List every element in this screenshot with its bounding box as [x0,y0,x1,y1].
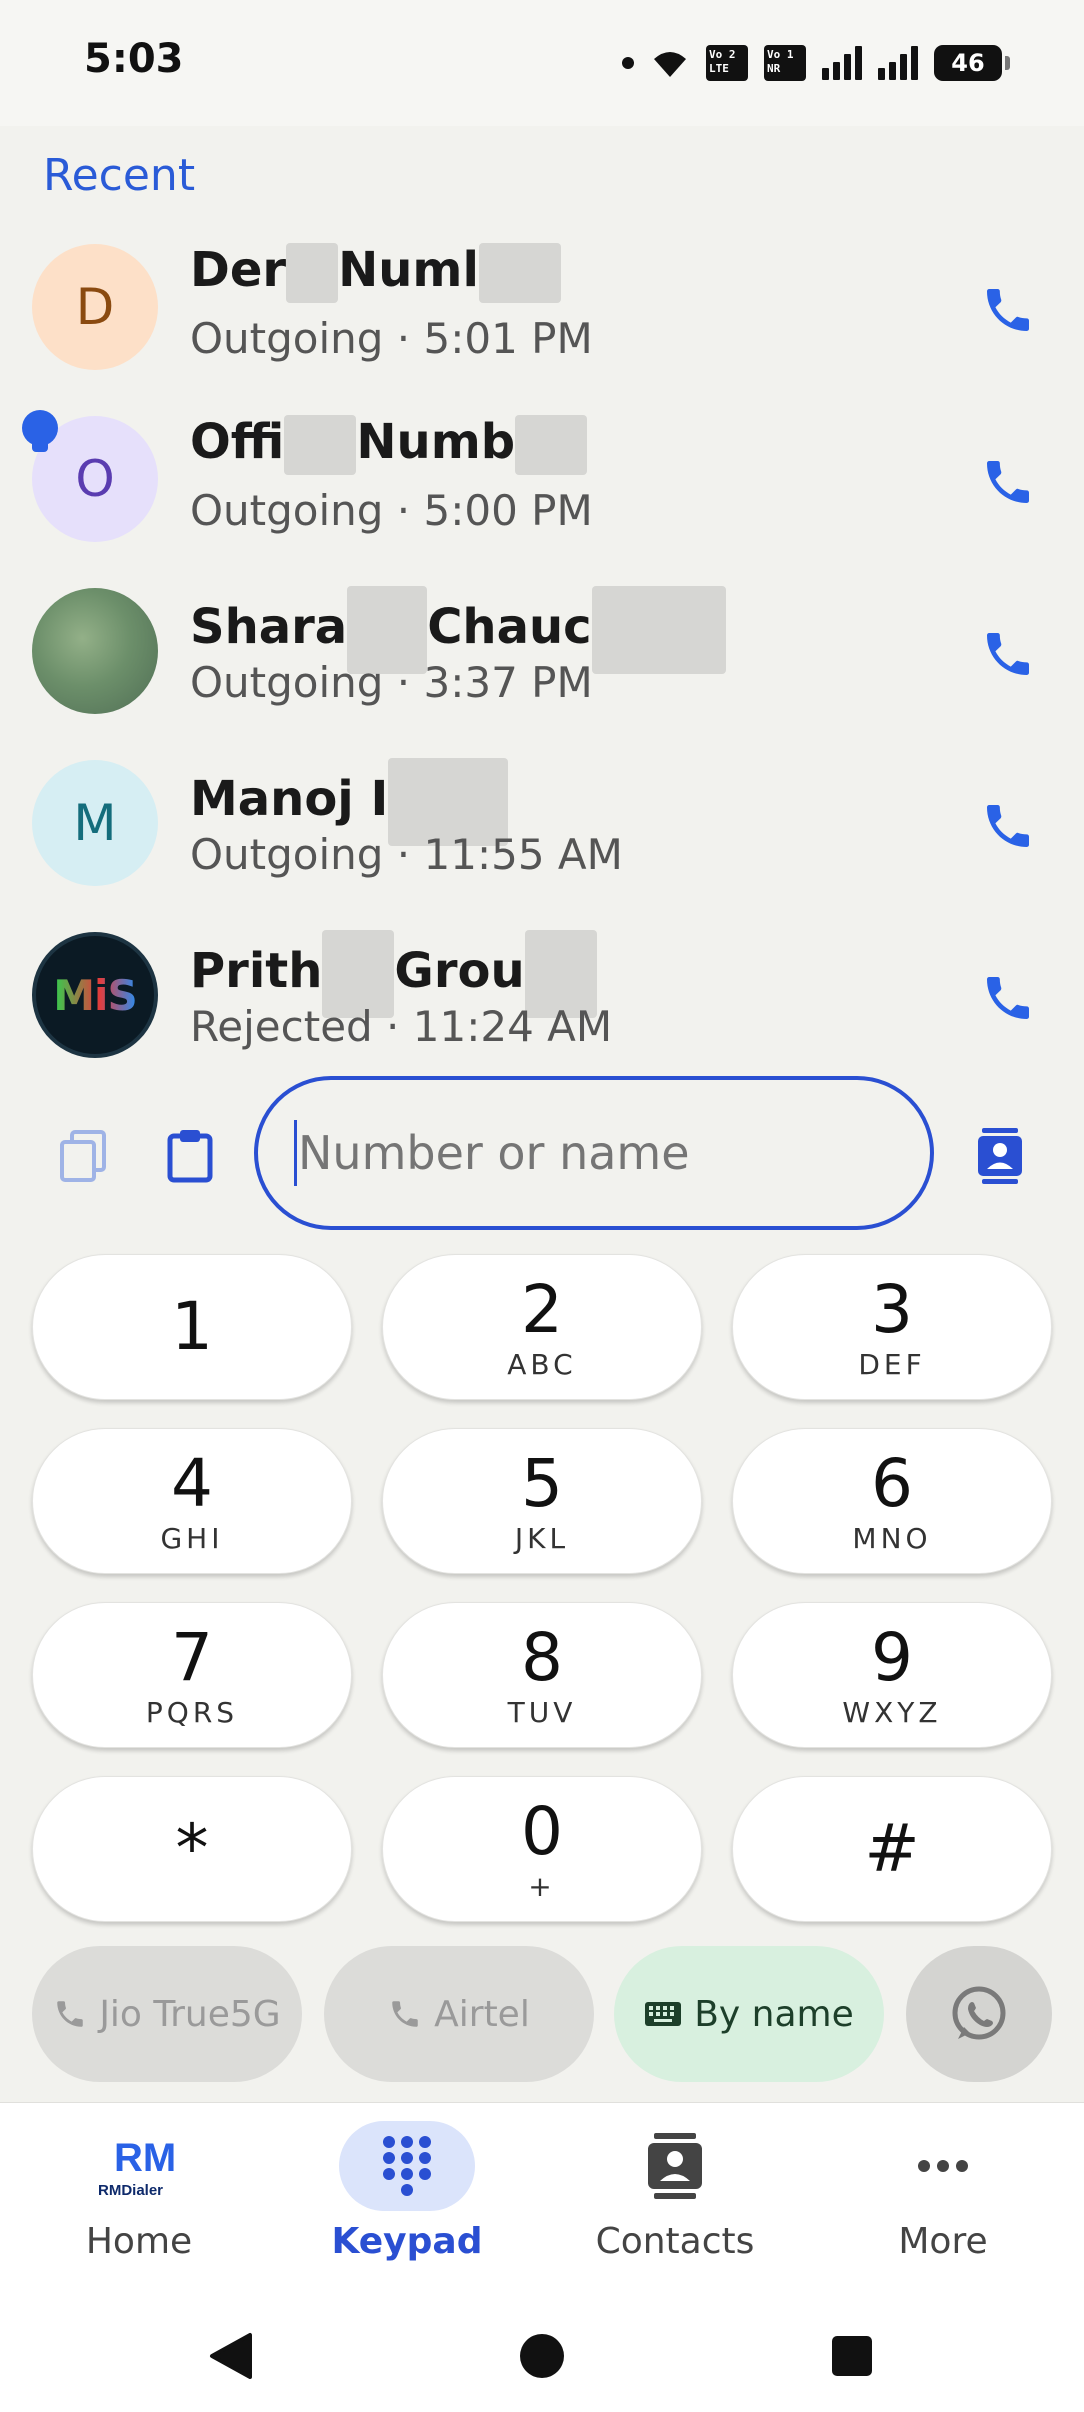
nav-home[interactable]: RM RMDialer Home [4,2103,274,2299]
contact-card-icon[interactable] [964,1120,1036,1192]
call-button[interactable] [968,958,1048,1038]
avatar-photo [32,588,158,714]
bottom-nav: RM RMDialer Home Keypad Contacts More [0,2102,1084,2298]
signal-sim2-icon [878,46,918,80]
key-5[interactable]: 5 JKL [382,1428,702,1574]
call-meta: Outgoing · 3:37 PM [190,658,593,707]
key-0[interactable]: 0 + [382,1776,702,1922]
phone-icon [392,2001,418,2027]
svg-text:RM: RM [114,2136,176,2180]
redaction [515,415,588,475]
battery-icon: 46 [934,45,1010,81]
call-meta: Rejected · 11:24 AM [190,1002,613,1051]
svg-text:RMDialer: RMDialer [98,2182,163,2199]
recent-title: Recent [43,150,196,201]
sim1-label: Jio True5G [99,1993,281,2035]
key-8[interactable]: 8 TUV [382,1602,702,1748]
pin-icon [22,410,58,452]
nav-more[interactable]: More [808,2103,1078,2299]
whatsapp-icon [952,1986,1006,2040]
recent-item[interactable]: Shara Chauc Outgoing · 3:37 PM [0,576,1084,748]
key-2[interactable]: 2 ABC [382,1254,702,1400]
redaction [591,586,726,674]
redaction [286,243,339,303]
key-6[interactable]: 6 MNO [732,1428,1052,1574]
keyboard-icon [645,2002,682,2026]
phone-icon [57,2001,84,2027]
status-icons: Vo 2 LTE Vo 1 NR 46 [622,40,1010,86]
recent-list: D Der Numl Outgoing · 5:01 PM O Offi Numb … [0,232,1084,1092]
contacts-icon [607,2121,743,2211]
recents-square-icon[interactable] [822,2326,882,2386]
system-nav-bar [0,2298,1084,2412]
back-icon[interactable] [200,2326,260,2386]
logo-text: MiS [53,970,137,1020]
wifi-icon [654,52,686,77]
nav-more-label: More [898,2221,988,2262]
more-dots-icon [875,2121,1011,2211]
sim2-call-button[interactable]: Airtel [324,1946,594,2082]
avatar: D [32,244,158,370]
call-button[interactable] [968,442,1048,522]
phone-icon [987,633,1029,675]
call-meta: Outgoing · 5:01 PM [190,314,593,363]
recent-item[interactable]: MiS Prith Grou Rejected · 11:24 AM [0,920,1084,1092]
dialpad-icon [339,2121,475,2211]
dial-keypad: 1 2 ABC 3 DEF 4 GHI 5 JKL 6 MNO 7 PQRS 8 TUV 9W… [32,1254,1052,1922]
call-button[interactable] [968,270,1048,350]
nav-keypad-label: Keypad [331,2221,483,2262]
call-meta: Outgoing · 11:55 AM [190,830,623,879]
phone-icon [987,289,1029,331]
by-name-label: By name [694,1993,854,2035]
volte-sim1-icon: Vo 2 LTE [706,45,748,81]
avatar-logo: MiS [32,932,158,1058]
clipboard-icon[interactable] [154,1120,226,1192]
number-or-name-input[interactable] [254,1076,934,1230]
contact-name: Der Numl [190,242,561,303]
key-3[interactable]: 3 DEF [732,1254,1052,1400]
phone-icon [987,461,1029,503]
whatsapp-call-button[interactable] [906,1946,1052,2082]
status-time: 5:03 [84,36,184,82]
call-button[interactable] [968,786,1048,866]
nav-home-label: Home [85,2221,193,2262]
recent-item[interactable]: D Der Numl Outgoing · 5:01 PM [0,232,1084,404]
copy-icon[interactable] [48,1120,120,1192]
status-bar: 5:03 Vo 2 LTE Vo 1 NR 46 [0,0,1084,126]
call-options-row: Jio True5G Airtel By name [32,1946,1052,2082]
nav-contacts-label: Contacts [595,2221,755,2262]
recent-item[interactable]: O Offi Numb Outgoing · 5:00 PM [0,404,1084,576]
text-caret [294,1120,297,1186]
dial-input-row [0,1076,1084,1236]
sim2-label: Airtel [434,1993,530,2035]
avatar: M [32,760,158,886]
nav-contacts[interactable]: Contacts [540,2103,810,2299]
rmdialer-logo-icon: RM RMDialer [71,2121,207,2211]
home-circle-icon[interactable] [512,2326,572,2386]
key-hash[interactable]: # [732,1776,1052,1922]
by-name-button[interactable]: By name [614,1946,884,2082]
key-9[interactable]: 9 WXYZ [732,1602,1052,1748]
key-7[interactable]: 7 PQRS [32,1602,352,1748]
sim1-call-button[interactable]: Jio True5G [32,1946,302,2082]
signal-sim1-icon [822,46,862,80]
redaction [478,243,561,303]
recent-item[interactable]: M Manoj I Outgoing · 11:55 AM [0,748,1084,920]
phone-icon [987,805,1029,847]
key-star[interactable]: * [32,1776,352,1922]
call-meta: Outgoing · 5:00 PM [190,486,593,535]
notification-dot-icon [622,57,634,69]
nav-keypad[interactable]: Keypad [272,2103,542,2299]
volte-sim2-icon: Vo 1 NR [764,45,806,81]
call-button[interactable] [968,614,1048,694]
key-4[interactable]: 4 GHI [32,1428,352,1574]
key-1[interactable]: 1 [32,1254,352,1400]
redaction [284,415,357,475]
contact-name: Offi Numb [190,414,588,475]
phone-icon [987,977,1029,1019]
